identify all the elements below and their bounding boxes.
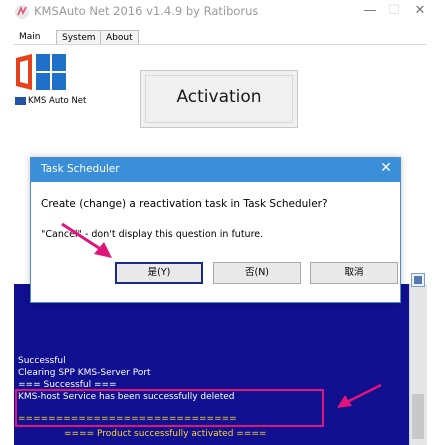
- log-line: Successful: [18, 356, 66, 366]
- tab-about[interactable]: About: [100, 30, 139, 45]
- close-button[interactable]: ✕: [410, 2, 430, 20]
- log-scrollbar-thumb[interactable]: [412, 394, 424, 439]
- tabs-divider: [14, 44, 426, 45]
- minimize-button[interactable]: —: [360, 2, 380, 20]
- cancel-button[interactable]: 取消: [310, 262, 398, 284]
- yes-button[interactable]: 是(Y): [115, 262, 203, 284]
- app-logo-icon: [15, 5, 29, 19]
- log-scrollbar[interactable]: [409, 284, 427, 445]
- dialog-close-button[interactable]: ✕: [378, 160, 394, 176]
- side-checkbox[interactable]: [411, 273, 425, 287]
- activation-label: Activation: [176, 87, 262, 107]
- log-line: Clearing SPP KMS-Server Port: [18, 368, 151, 378]
- annotation-arrow-icon: [61, 222, 112, 258]
- maximize-button[interactable]: ☐: [384, 2, 404, 20]
- tab-system[interactable]: System: [56, 30, 102, 45]
- dialog-title: Task Scheduler: [41, 163, 120, 175]
- app-title: KMSAuto Net 2016 v1.4.9 by Ratiborus: [34, 4, 259, 18]
- logo-caption: KMS Auto Net: [15, 96, 86, 106]
- annotation-highlight-box: [15, 389, 324, 427]
- annotation-arrow-icon: [337, 383, 382, 408]
- no-button[interactable]: 否(N): [213, 262, 301, 284]
- activation-button[interactable]: Activation: [140, 70, 298, 128]
- checkbox-mark-icon: [414, 276, 422, 284]
- logo-caption-text: KMS Auto Net: [28, 96, 87, 106]
- office-logo-icon: [16, 54, 66, 90]
- dialog-titlebar: Task Scheduler ✕: [31, 158, 400, 182]
- log-line: ==== Product successfully activated ====: [64, 429, 267, 439]
- flag-icon: [15, 96, 26, 105]
- tab-main[interactable]: Main: [14, 30, 46, 44]
- dialog-question: Create (change) a reactivation task in T…: [41, 198, 328, 210]
